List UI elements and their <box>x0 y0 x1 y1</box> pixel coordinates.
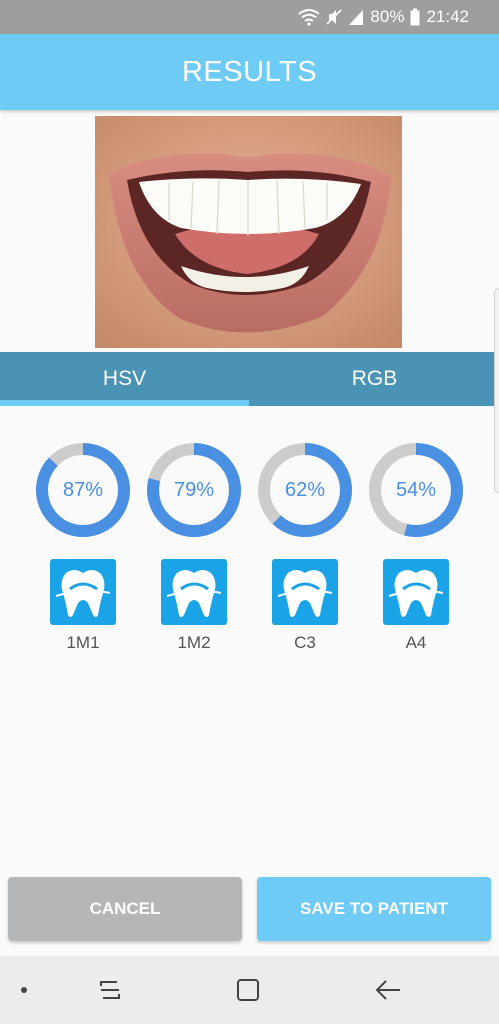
tab-label: HSV <box>102 367 147 390</box>
cancel-button[interactable]: CANCEL <box>8 877 242 941</box>
smile-photo <box>95 116 402 348</box>
wifi-icon <box>298 8 321 26</box>
battery-icon <box>410 8 420 26</box>
home-icon[interactable] <box>228 956 268 1024</box>
battery-percent: 80% <box>370 7 405 26</box>
tooth-icon[interactable] <box>50 559 116 625</box>
match-gauge-1: 87% <box>35 442 131 538</box>
match-percent: 87% <box>62 478 104 501</box>
dot-icon[interactable] <box>14 956 34 1024</box>
app-bar: RESULTS <box>0 34 499 110</box>
navigation-bar <box>0 956 499 1024</box>
signal-icon <box>348 8 364 26</box>
match-gauge-3: 62% <box>257 442 353 538</box>
tab-indicator <box>0 400 249 406</box>
tab-rgb[interactable]: RGB <box>250 352 499 406</box>
shade-label: 1M2 <box>177 633 211 652</box>
tooth-icon[interactable] <box>161 559 227 625</box>
match-gauge-2: 79% <box>146 442 242 538</box>
shade-label: C3 <box>294 633 316 652</box>
tab-label: RGB <box>351 367 398 390</box>
match-percent: 54% <box>395 478 437 501</box>
save-button-label: SAVE TO PATIENT <box>300 899 448 918</box>
clock: 21:42 <box>426 7 469 26</box>
match-percent: 79% <box>173 478 215 501</box>
tooth-icon[interactable] <box>383 559 449 625</box>
cancel-button-label: CANCEL <box>89 899 161 918</box>
tooth-icon[interactable] <box>272 559 338 625</box>
status-bar: 80% 21:42 <box>0 0 499 34</box>
tab-hsv[interactable]: HSV <box>0 352 249 406</box>
match-gauge-4: 54% <box>368 442 464 538</box>
match-percent: 62% <box>284 478 326 501</box>
tab-bar: HSV RGB <box>0 352 499 406</box>
save-to-patient-button[interactable]: SAVE TO PATIENT <box>257 877 491 941</box>
edge-panel-handle[interactable] <box>494 288 499 493</box>
page-title: RESULTS <box>181 55 318 88</box>
shade-label: A4 <box>405 633 427 652</box>
shade-label: 1M1 <box>66 633 100 652</box>
back-icon[interactable] <box>368 956 408 1024</box>
recents-icon[interactable] <box>90 956 130 1024</box>
mute-icon <box>326 8 342 26</box>
